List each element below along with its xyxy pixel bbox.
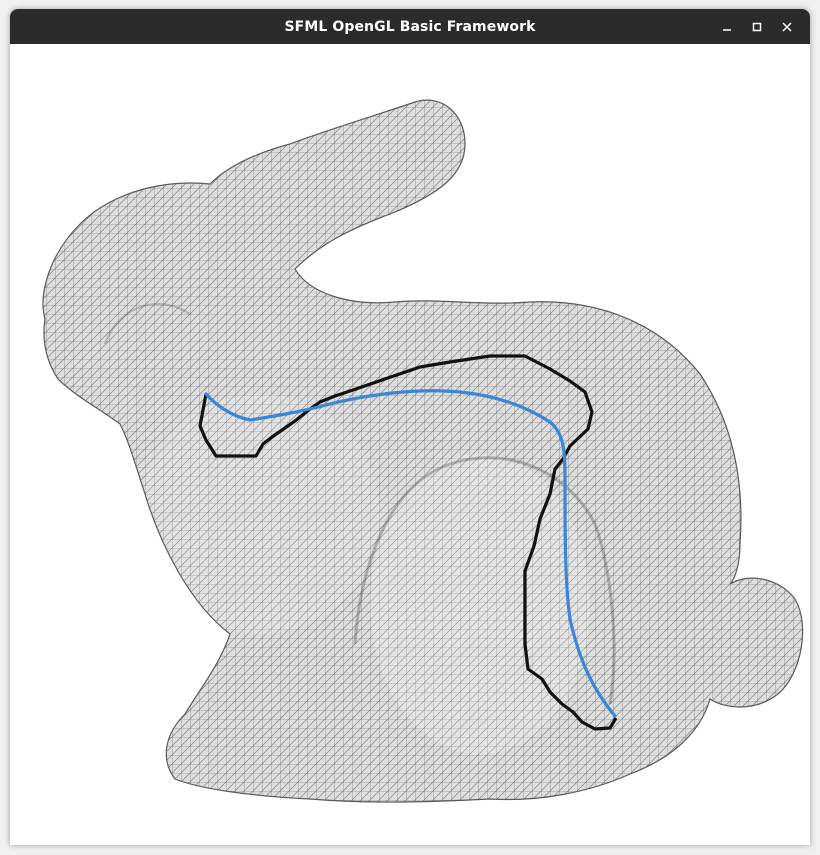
bunny-render (42, 99, 804, 803)
app-window: SFML OpenGL Basic Framework (10, 9, 810, 845)
minimize-button[interactable] (712, 9, 742, 44)
maximize-icon (752, 22, 762, 31)
window-title: SFML OpenGL Basic Framework (284, 18, 536, 35)
window-controls (712, 9, 802, 44)
maximize-button[interactable] (742, 9, 772, 44)
title-bar[interactable]: SFML OpenGL Basic Framework (10, 9, 810, 44)
close-button[interactable] (772, 9, 802, 44)
close-icon (782, 21, 792, 32)
minimize-icon (723, 28, 731, 31)
opengl-viewport[interactable] (10, 44, 810, 845)
